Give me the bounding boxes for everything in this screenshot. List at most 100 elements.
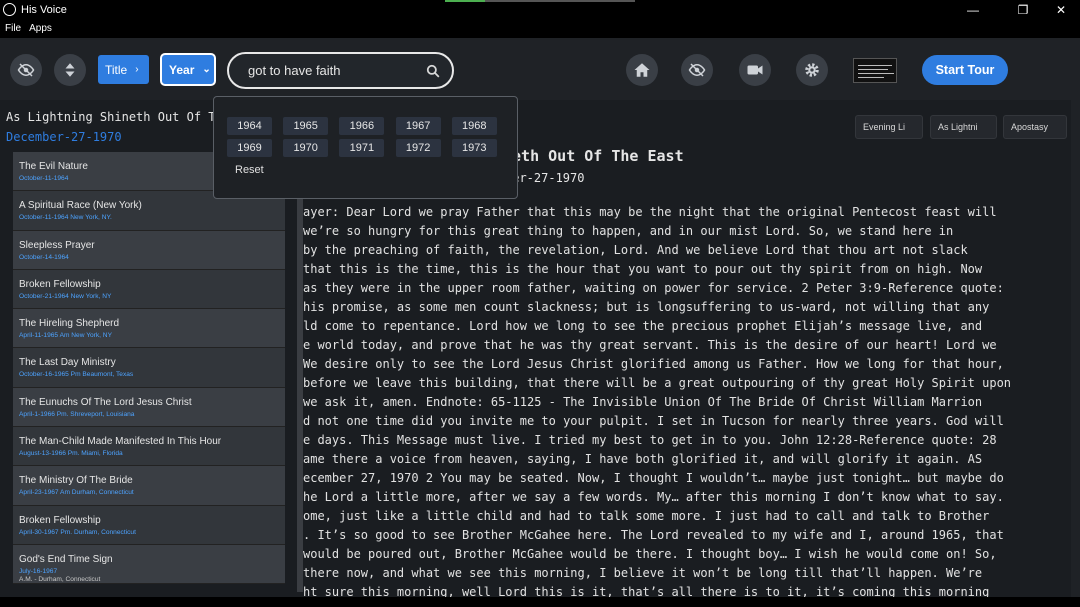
home-icon: [634, 63, 650, 77]
year-option[interactable]: 1972: [395, 139, 441, 157]
list-item-location: A.M. - Durham, Connecticut: [19, 575, 101, 583]
sermon-paragraph-line: before we leave this building, that ther…: [303, 376, 1012, 390]
sermon-paragraph-line: We desire only to see the Lord Jesus Chr…: [303, 357, 1004, 371]
video-camera-icon: [747, 65, 763, 75]
list-item[interactable]: Sleepless Prayer October-14-1964: [13, 230, 285, 270]
minimize-button[interactable]: —: [956, 0, 990, 19]
list-item-title: God's End Time Sign: [19, 553, 113, 565]
close-button[interactable]: ✕: [1044, 0, 1078, 19]
content-scrollbar[interactable]: [1071, 38, 1080, 607]
list-item-title: The Last Day Ministry: [19, 357, 116, 369]
list-item[interactable]: The Hireling Shepherd April-11-1965 Am Ne…: [13, 309, 285, 349]
sermon-paragraph-line: he Lord a little more, after we say a fe…: [303, 490, 1004, 504]
sermon-date: December-27-1970: [6, 130, 122, 144]
list-item-title: The Ministry Of The Bride: [19, 475, 133, 487]
sermon-paragraph-line: we ask it, amen. Endnote: 65-1125 - The …: [303, 395, 983, 409]
list-item-title: Broken Fellowship: [19, 278, 101, 290]
list-item-subtitle: October-16-1965 Pm Beaumont, Texas: [19, 371, 134, 379]
year-option[interactable]: 1970: [283, 139, 329, 157]
app-logo-icon: [3, 3, 16, 16]
sermon-content: neth Out Of The East ber-27-1970 ayer: D…: [303, 145, 1063, 607]
list-item[interactable]: The Man-Child Made Manifested In This Ho…: [13, 427, 285, 467]
sermon-paragraph-line: ecember 27, 1970 2 You may be seated. No…: [303, 471, 1004, 485]
list-item[interactable]: The Last Day Ministry October-16-1965 Pm …: [13, 348, 285, 388]
sermon-paragraph-line: e world today, and prove that he was thy…: [303, 338, 997, 352]
sort-button[interactable]: [54, 54, 86, 86]
sermon-paragraph-line: would be poured out, Brother McGahee wou…: [303, 547, 997, 561]
list-item[interactable]: The Eunuchs Of The Lord Jesus Christ Apri…: [13, 387, 285, 428]
eye-off-icon: [688, 63, 706, 77]
list-item-subtitle: October-14-1964: [19, 253, 69, 261]
list-item[interactable]: God's End Time Sign July-16-1967 A.M. - Du…: [13, 544, 285, 585]
eye-off-icon: [17, 63, 35, 77]
preview-thumbnail[interactable]: [853, 58, 897, 83]
sermon-paragraph-line: there now, and what we see this morning,…: [303, 566, 983, 580]
list-item-title: Broken Fellowship: [19, 514, 101, 526]
recent-tab[interactable]: Evening Li: [855, 115, 923, 139]
sermon-text: ayer: Dear Lord we pray Father that this…: [303, 203, 1063, 602]
year-option[interactable]: 1964: [227, 117, 272, 135]
year-option[interactable]: 1965: [283, 117, 329, 135]
list-item-title: A Spiritual Race (New York): [19, 200, 142, 212]
menu-file[interactable]: File: [5, 23, 21, 34]
list-item-title: Sleepless Prayer: [19, 239, 95, 251]
video-button[interactable]: [739, 54, 771, 86]
search-icon[interactable]: [426, 64, 440, 78]
menu-apps[interactable]: Apps: [29, 23, 52, 34]
title-accent: [445, 0, 485, 2]
recent-tab[interactable]: Apostasy: [1003, 115, 1067, 139]
sort-icon: [65, 63, 75, 77]
sermon-paragraph-line: ame there a voice from heaven, saying, I…: [303, 452, 983, 466]
title-filter-label: Title: [105, 62, 128, 77]
sermon-paragraph-line: by the preaching of faith, the revelatio…: [303, 243, 968, 257]
year-option[interactable]: 1973: [451, 139, 497, 157]
list-item-title: The Hireling Shepherd: [19, 318, 120, 330]
sermon-paragraph-line: we’re so hungry for this great thing to …: [303, 224, 954, 238]
recent-tab[interactable]: As Lightni: [930, 115, 997, 139]
maximize-button[interactable]: ❐: [1006, 0, 1040, 19]
year-option[interactable]: 1969: [227, 139, 272, 157]
settings-button[interactable]: [796, 54, 828, 86]
toolbar: Title › Year ⌄ got to have faith Start T…: [0, 38, 1080, 100]
list-item-subtitle: October-21-1964 New York, NY: [19, 292, 112, 300]
list-item-subtitle: October-11-1964 New York, NY.: [19, 214, 112, 222]
hide-view-button[interactable]: [10, 54, 42, 86]
chevron-right-icon: ›: [135, 64, 139, 75]
sermon-paragraph-line: d not one time did you invite me to your…: [303, 414, 1004, 428]
year-filter-label: Year: [169, 62, 195, 77]
year-option[interactable]: 1967: [395, 117, 441, 135]
search-field[interactable]: got to have faith: [227, 52, 454, 89]
list-item[interactable]: Broken Fellowship April-30-1967 Pm. Durha…: [13, 505, 285, 545]
list-item[interactable]: Broken Fellowship October-21-1964 New Yor…: [13, 269, 285, 310]
list-item-subtitle: July-16-1967: [19, 567, 58, 575]
window-title: His Voice: [21, 3, 67, 16]
list-item[interactable]: The Ministry Of The Bride April-23-1967 A…: [13, 466, 285, 506]
menu-bar: File Apps: [0, 19, 1080, 38]
sermon-paragraph-line: e days. This Message must live. I tried …: [303, 433, 997, 447]
sermon-paragraph-line: ayer: Dear Lord we pray Father that this…: [303, 205, 997, 219]
year-filter-button[interactable]: Year ⌄: [160, 53, 216, 86]
search-input[interactable]: got to have faith: [248, 63, 426, 78]
sermon-paragraph-line: his promise, as some men count slackness…: [303, 300, 990, 314]
home-button[interactable]: [626, 54, 658, 86]
sermon-paragraph-line: ome, just like a little child and had to…: [303, 509, 990, 523]
reset-button[interactable]: Reset: [235, 164, 264, 176]
year-option[interactable]: 1968: [451, 117, 497, 135]
sermon-paragraph-line: ld come to repentance. Lord how we long …: [303, 319, 983, 333]
year-option[interactable]: 1971: [339, 139, 385, 157]
sermon-paragraph-line: as they were in the upper room father, w…: [303, 281, 1004, 295]
title-accent-secondary: [485, 0, 635, 2]
toggle-visibility-button[interactable]: [681, 54, 713, 86]
year-dropdown: Reset 1964 1965 1966 1967 1968 1969 1970 1971 19…: [213, 96, 518, 199]
sermon-paragraph-line: that this is the time, this is the hour …: [303, 262, 983, 276]
title-filter-button[interactable]: Title ›: [98, 55, 149, 84]
bottom-bar: [0, 597, 1080, 607]
window-title-bar: His Voice — ❐ ✕: [0, 0, 1080, 19]
year-option[interactable]: 1966: [339, 117, 385, 135]
list-item-subtitle: April-11-1965 Am New York, NY: [19, 332, 112, 340]
list-item-subtitle: August-13-1966 Pm. Miami, Florida: [19, 450, 123, 458]
sermon-list: The Evil Nature October-11-1964 A Spiritu…: [13, 152, 285, 607]
list-item-subtitle: April-1-1966 Pm. Shreveport, Louisiana: [19, 410, 135, 418]
sermon-title: As Lightning Shineth Out Of Th: [6, 110, 223, 124]
start-tour-button[interactable]: Start Tour: [922, 55, 1008, 85]
